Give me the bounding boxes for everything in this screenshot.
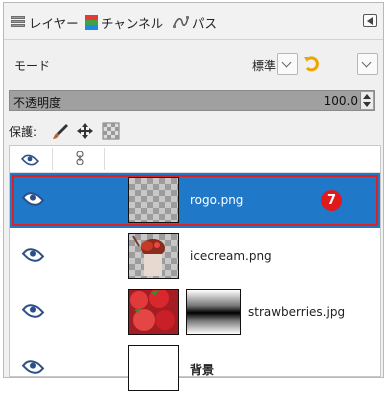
tab-layers[interactable]: レイヤー [10, 12, 79, 32]
column-divider [52, 148, 53, 170]
layer-thumbnail-strawberries [128, 288, 179, 335]
tab-channels-label: チャンネル [101, 15, 164, 31]
dock-tab-bar: レイヤー チャンネル パス [4, 3, 383, 40]
opacity-spinner[interactable] [360, 92, 373, 109]
layer-list: rogo.png 7 icecream.png strawberries.jpg… [9, 145, 381, 391]
opacity-value[interactable]: 100.0 [324, 94, 358, 108]
chain-link-header-icon [76, 150, 84, 166]
eye-visibility-icon[interactable] [21, 355, 45, 379]
layer-list-header [10, 146, 380, 173]
lock-pixels-brush-icon[interactable] [52, 122, 70, 140]
layers-icon [10, 15, 26, 29]
composite-mode-dropdown[interactable] [357, 53, 378, 75]
mode-row: モード 標準 [4, 49, 383, 79]
mode-label: モード [14, 59, 51, 73]
eye-visibility-icon[interactable] [21, 299, 45, 323]
layer-thumbnail-transparent [128, 177, 179, 223]
eye-visibility-icon[interactable] [21, 243, 45, 267]
paths-icon [173, 15, 189, 29]
tab-layers-label: レイヤー [29, 15, 79, 31]
channels-icon [85, 14, 98, 30]
chevron-down-icon [361, 57, 372, 68]
mode-value[interactable]: 標準 [252, 57, 276, 74]
layer-name[interactable]: rogo.png [190, 193, 243, 207]
layers-dialog: レイヤー チャンネル パス モード 標準 不透明度 100.0 保護: rogo… [3, 2, 384, 391]
opacity-label: 不透明度 [13, 96, 62, 110]
mode-reset-button[interactable] [301, 53, 322, 75]
layer-row-rogo[interactable]: rogo.png 7 [10, 173, 380, 228]
layer-thumbnail-background [128, 345, 179, 391]
layer-name[interactable]: strawberries.jpg [248, 305, 345, 319]
undo-arrow-icon [304, 56, 319, 72]
lock-position-move-icon[interactable] [76, 122, 94, 140]
layer-row-icecream[interactable]: icecream.png [10, 229, 380, 284]
tab-paths[interactable]: パス [173, 12, 217, 32]
lock-label: 保護: [9, 125, 38, 139]
tab-menu-button[interactable] [363, 14, 377, 27]
visibility-header-eye-icon [20, 150, 40, 170]
mode-dropdown-button[interactable] [277, 53, 298, 75]
layer-row-strawberries[interactable]: strawberries.jpg [10, 285, 380, 340]
chevron-down-icon [281, 57, 292, 68]
opacity-spinscale[interactable]: 不透明度 100.0 [9, 90, 375, 111]
layer-thumbnail-icecream [128, 233, 179, 279]
layer-name[interactable]: icecream.png [190, 249, 272, 263]
step-badge: 7 [321, 190, 342, 211]
lock-alpha-checker-icon[interactable] [102, 122, 120, 140]
tab-channels[interactable]: チャンネル [85, 12, 163, 32]
layer-row-background[interactable]: 背景 [10, 341, 380, 396]
column-divider [104, 148, 105, 170]
lock-row: 保護: [4, 120, 383, 142]
tab-paths-label: パス [192, 15, 218, 31]
layer-name[interactable]: 背景 [190, 361, 214, 378]
layer-mask-thumbnail [186, 289, 241, 335]
